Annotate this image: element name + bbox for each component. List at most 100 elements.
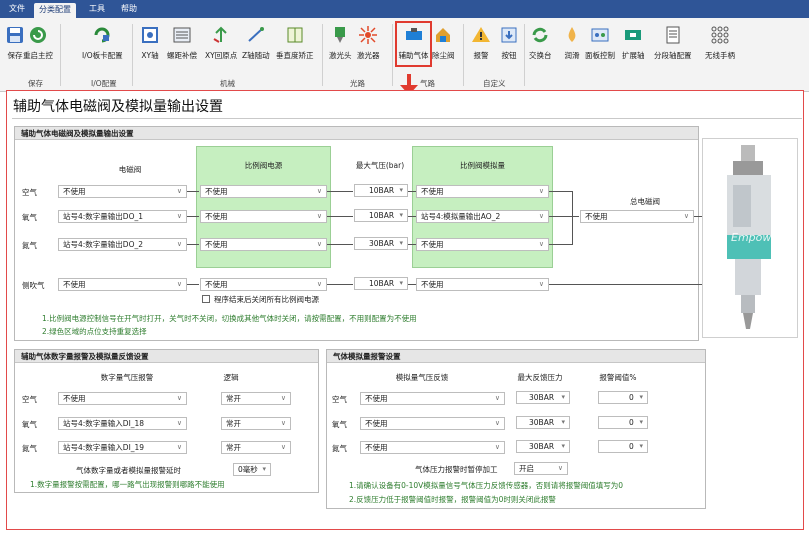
z-follow-icon [245,24,267,46]
row-label: 氮气 [22,444,37,453]
digital-alarm-select[interactable]: 站号4:数字量输入DI_19 ∨ [58,441,187,454]
max-pressure-select[interactable]: 10BAR ▾ [354,184,408,197]
row-label: 空气 [22,188,37,197]
threshold-input[interactable]: 0 ▾ [598,440,648,453]
dust-valve-icon [432,24,454,46]
side-blow-solenoid-select[interactable]: 不使用 ∨ [58,278,187,291]
digital-alarm-select[interactable]: 站号4:数字量输入DI_18 ∨ [58,417,187,430]
chevron-down-icon: ∨ [176,443,182,451]
prop-analog-select[interactable]: 不使用 ∨ [416,238,549,251]
laser-source-button[interactable]: 激光器 [357,22,380,68]
pause-on-alarm-select[interactable]: 开启 ∨ [514,462,568,475]
connector [408,244,416,245]
threshold-input[interactable]: 0 ▾ [598,391,648,404]
chevron-down-icon: ▾ [561,418,565,426]
side-blow-power-select[interactable]: 不使用 ∨ [200,278,327,291]
connector [408,284,416,285]
chevron-down-icon: ∨ [316,240,322,248]
side-blow-analog-select[interactable]: 不使用 ∨ [416,278,549,291]
alarm-button[interactable]: 报警 [470,22,492,68]
close-prop-power-checkbox[interactable] [202,295,210,303]
analog-feedback-select[interactable]: 不使用 ∨ [360,417,505,430]
col-max-pressure: 最大气压(bar) [355,161,405,170]
xy-home-button[interactable]: XY回原点 [205,22,237,68]
connector [187,244,199,245]
restart-controller-button[interactable]: 重启主控 [23,22,53,68]
side-blow-pressure-select[interactable]: 10BAR ▾ [354,277,408,290]
max-feedback-select[interactable]: 30BAR ▾ [516,391,570,404]
button-config-button[interactable]: 按钮 [498,22,520,68]
laser-head-button[interactable]: 激光头 [329,22,352,68]
main-valve-select[interactable]: 不使用 ∨ [580,210,694,223]
connector [187,191,199,192]
logic-select[interactable]: 常开 ∨ [221,441,291,454]
verticality-correction-button[interactable]: 垂直度矫正 [276,22,314,68]
col-digital-alarm: 数字量气压报警 [100,373,154,382]
logic-select[interactable]: 常开 ∨ [221,392,291,405]
row-label: 氧气 [332,420,347,429]
alarm-delay-select[interactable]: 0毫秒 ▾ [233,463,271,476]
menu-tools[interactable]: 工具 [84,2,110,16]
solenoid-select[interactable]: 站号4:数字量输出DO_2 ∨ [58,238,187,251]
row-label: 氧气 [22,420,37,429]
prop-power-select[interactable]: 不使用 ∨ [200,185,327,198]
col-solenoid: 电磁阀 [118,165,142,174]
chevron-down-icon: ∨ [494,394,500,402]
chevron-down-icon: ∨ [494,419,500,427]
menu-file[interactable]: 文件 [4,2,30,16]
connector [694,216,702,217]
menu-category-config[interactable]: 分类配置 [34,3,76,18]
group-io-config: I/O配置 [91,79,117,88]
extended-axis-button[interactable]: 扩展轴 [622,22,645,68]
max-pressure-select[interactable]: 30BAR ▾ [354,237,408,250]
extended-axis-icon [622,24,644,46]
prop-analog-select[interactable]: 站号4:模拟量输出AO_2 ∨ [416,210,549,223]
pitch-compensation-button[interactable]: 螺距补偿 [167,22,197,68]
threshold-input[interactable]: 0 ▾ [598,416,648,429]
solenoid-select[interactable]: 不使用 ∨ [58,185,187,198]
laser-head-image: Empower [702,138,798,338]
checkbox-label: 程序结束后关闭所有比例阀电源 [214,295,319,304]
digital-alarm-select[interactable]: 不使用 ∨ [58,392,187,405]
connector [549,191,573,192]
col-alarm-threshold: 报警阈值% [599,373,637,382]
page-title: 辅助气体电磁阀及模拟量输出设置 [13,99,223,115]
io-board-config-button[interactable]: I/O板卡配置 [82,22,123,68]
max-pressure-select[interactable]: 10BAR ▾ [354,209,408,222]
prop-power-select[interactable]: 不使用 ∨ [200,238,327,251]
solenoid-select[interactable]: 站号4:数字量输出DO_1 ∨ [58,210,187,223]
prop-power-select[interactable]: 不使用 ∨ [200,210,327,223]
warning-icon [470,24,492,46]
connector [408,216,416,217]
panel-control-button[interactable]: 面板控制 [585,22,615,68]
wireless-handle-button[interactable]: 无线手柄 [705,22,735,68]
note: 1.请确认设备有0-10V模拟量信号气体压力反馈传感器，否则请将报警阈值填写为0 [349,481,624,490]
chevron-down-icon: ∨ [683,212,689,220]
chevron-down-icon: ▾ [639,418,643,426]
max-feedback-select[interactable]: 30BAR ▾ [516,416,570,429]
panel-control-icon [589,24,611,46]
dust-valve-button[interactable]: 除尘阀 [432,22,455,68]
lubrication-button[interactable]: 润滑 [561,22,583,68]
row-label: 空气 [332,395,347,404]
connector [549,244,573,245]
chevron-down-icon: ∨ [538,240,544,248]
group-mechanical: 机械 [220,79,235,88]
menu-help[interactable]: 帮助 [116,2,142,16]
note: 2.绿色区域的点位支持重复选择 [42,327,147,336]
prop-analog-select[interactable]: 不使用 ∨ [416,185,549,198]
exchange-table-button[interactable]: 交换台 [529,22,552,68]
connector [549,216,579,217]
segment-axis-config-button[interactable]: 分段轴配置 [654,22,692,68]
chevron-down-icon: ▾ [399,211,403,219]
col-prop-analog: 比例阀模拟量 [460,161,505,170]
xy-axis-button[interactable]: XY轴 [139,22,161,68]
logic-select[interactable]: 常开 ∨ [221,417,291,430]
segment-axis-icon [662,24,684,46]
analog-feedback-select[interactable]: 不使用 ∨ [360,392,505,405]
z-follow-button[interactable]: Z轴随动 [242,22,270,68]
analog-feedback-select[interactable]: 不使用 ∨ [360,441,505,454]
connector [187,284,199,285]
col-prop-power: 比例阀电源 [244,161,283,170]
max-feedback-select[interactable]: 30BAR ▾ [516,440,570,453]
